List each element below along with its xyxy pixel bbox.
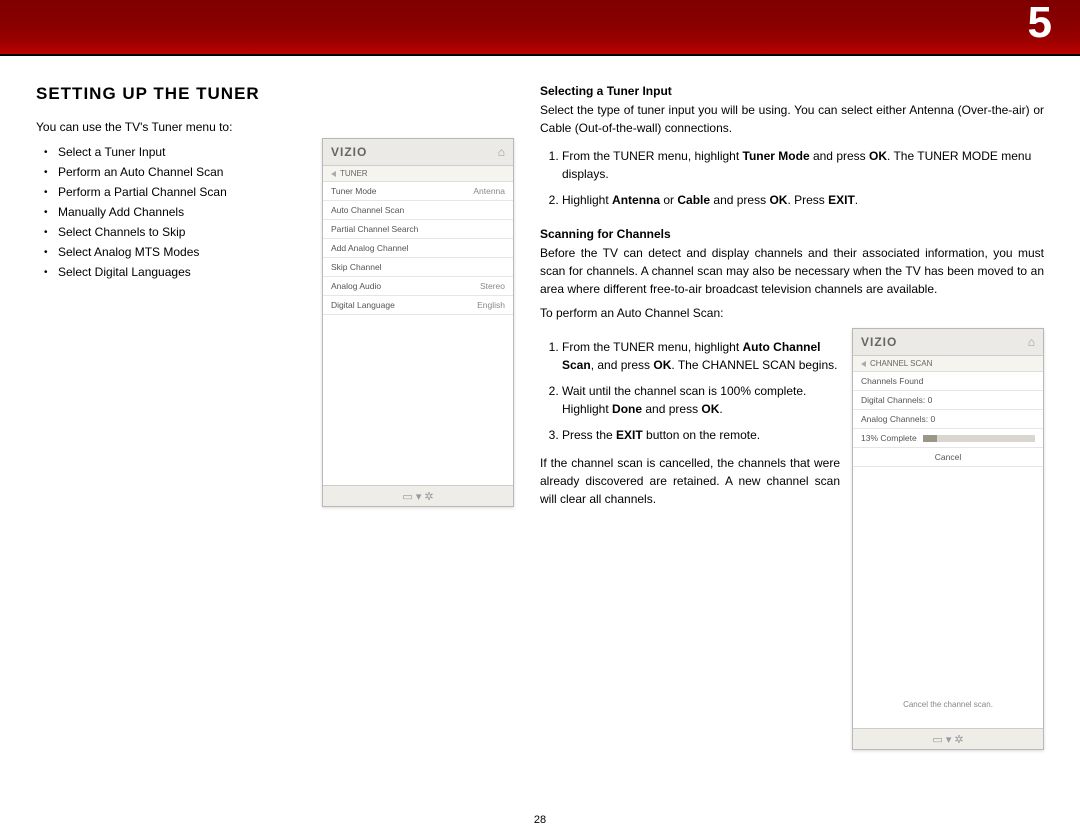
- breadcrumb: TUNER: [323, 166, 513, 182]
- step-item: Highlight Antenna or Cable and press OK.…: [562, 187, 1044, 213]
- list-item: Select Channels to Skip: [58, 222, 306, 242]
- scan-row: Analog Channels: 0: [861, 414, 935, 424]
- step-item: Press the EXIT button on the remote.: [562, 422, 840, 448]
- paragraph: Select the type of tuner input you will …: [540, 101, 1044, 137]
- paragraph: Before the TV can detect and display cha…: [540, 244, 1044, 298]
- vizio-logo: VIZIO: [861, 335, 897, 349]
- back-arrow-icon: [861, 361, 866, 367]
- step-item: From the TUNER menu, highlight Tuner Mod…: [562, 143, 1044, 187]
- back-arrow-icon: [331, 171, 336, 177]
- menu-row-label: Digital Language: [331, 300, 395, 310]
- vizio-logo: VIZIO: [331, 145, 367, 159]
- list-item: Select Analog MTS Modes: [58, 242, 306, 262]
- channel-scan-screenshot: VIZIO ⌂ CHANNEL SCAN Channels Found Digi…: [852, 328, 1044, 750]
- feature-list: Select a Tuner Input Perform an Auto Cha…: [36, 142, 306, 282]
- tuner-menu-screenshot: VIZIO ⌂ TUNER Tuner Mode Antenna Auto Cha…: [322, 138, 514, 507]
- list-item: Perform an Auto Channel Scan: [58, 162, 306, 182]
- menu-row-label: Auto Channel Scan: [331, 205, 404, 215]
- menu-row-value: English: [477, 300, 505, 310]
- chapter-banner: 5: [0, 0, 1080, 54]
- scan-hint: Cancel the channel scan.: [853, 696, 1043, 713]
- home-icon: ⌂: [498, 145, 505, 159]
- scan-progress-row: 13% Complete: [853, 429, 1043, 448]
- scan-row: Digital Channels: 0: [861, 395, 932, 405]
- progress-bar-fill: [923, 435, 938, 442]
- cancel-row: Cancel: [853, 448, 1043, 467]
- intro-text: You can use the TV's Tuner menu to:: [36, 118, 306, 136]
- paragraph: If the channel scan is cancelled, the ch…: [540, 454, 840, 508]
- step-item: From the TUNER menu, highlight Auto Chan…: [562, 334, 840, 378]
- scan-row: Channels Found: [861, 376, 923, 386]
- paragraph: To perform an Auto Channel Scan:: [540, 304, 1044, 322]
- menu-row-label: Partial Channel Search: [331, 224, 418, 234]
- chapter-number: 5: [1028, 0, 1052, 48]
- subheading-scanning-channels: Scanning for Channels: [540, 227, 1044, 241]
- progress-bar: [923, 435, 1035, 442]
- menu-row-value: Stereo: [480, 281, 505, 291]
- section-heading: SETTING UP THE TUNER: [36, 84, 520, 104]
- home-icon: ⌂: [1028, 335, 1035, 349]
- list-item: Select Digital Languages: [58, 262, 306, 282]
- list-item: Perform a Partial Channel Scan: [58, 182, 306, 202]
- breadcrumb: CHANNEL SCAN: [853, 356, 1043, 372]
- menu-row-label: Analog Audio: [331, 281, 381, 291]
- menu-footer-icons: ▭ ▾ ✲: [853, 728, 1043, 749]
- list-item: Select a Tuner Input: [58, 142, 306, 162]
- step-item: Wait until the channel scan is 100% comp…: [562, 378, 840, 422]
- menu-row-value: Antenna: [473, 186, 505, 196]
- steps-selecting-tuner: From the TUNER menu, highlight Tuner Mod…: [540, 143, 1044, 213]
- menu-footer-icons: ▭ ▾ ✲: [323, 485, 513, 506]
- menu-row-label: Add Analog Channel: [331, 243, 409, 253]
- list-item: Manually Add Channels: [58, 202, 306, 222]
- progress-label: 13% Complete: [861, 433, 917, 443]
- menu-row-label: Skip Channel: [331, 262, 382, 272]
- subheading-selecting-tuner: Selecting a Tuner Input: [540, 84, 1044, 98]
- menu-row-label: Tuner Mode: [331, 186, 377, 196]
- steps-auto-scan: From the TUNER menu, highlight Auto Chan…: [540, 334, 840, 448]
- page-number: 28: [0, 814, 1080, 826]
